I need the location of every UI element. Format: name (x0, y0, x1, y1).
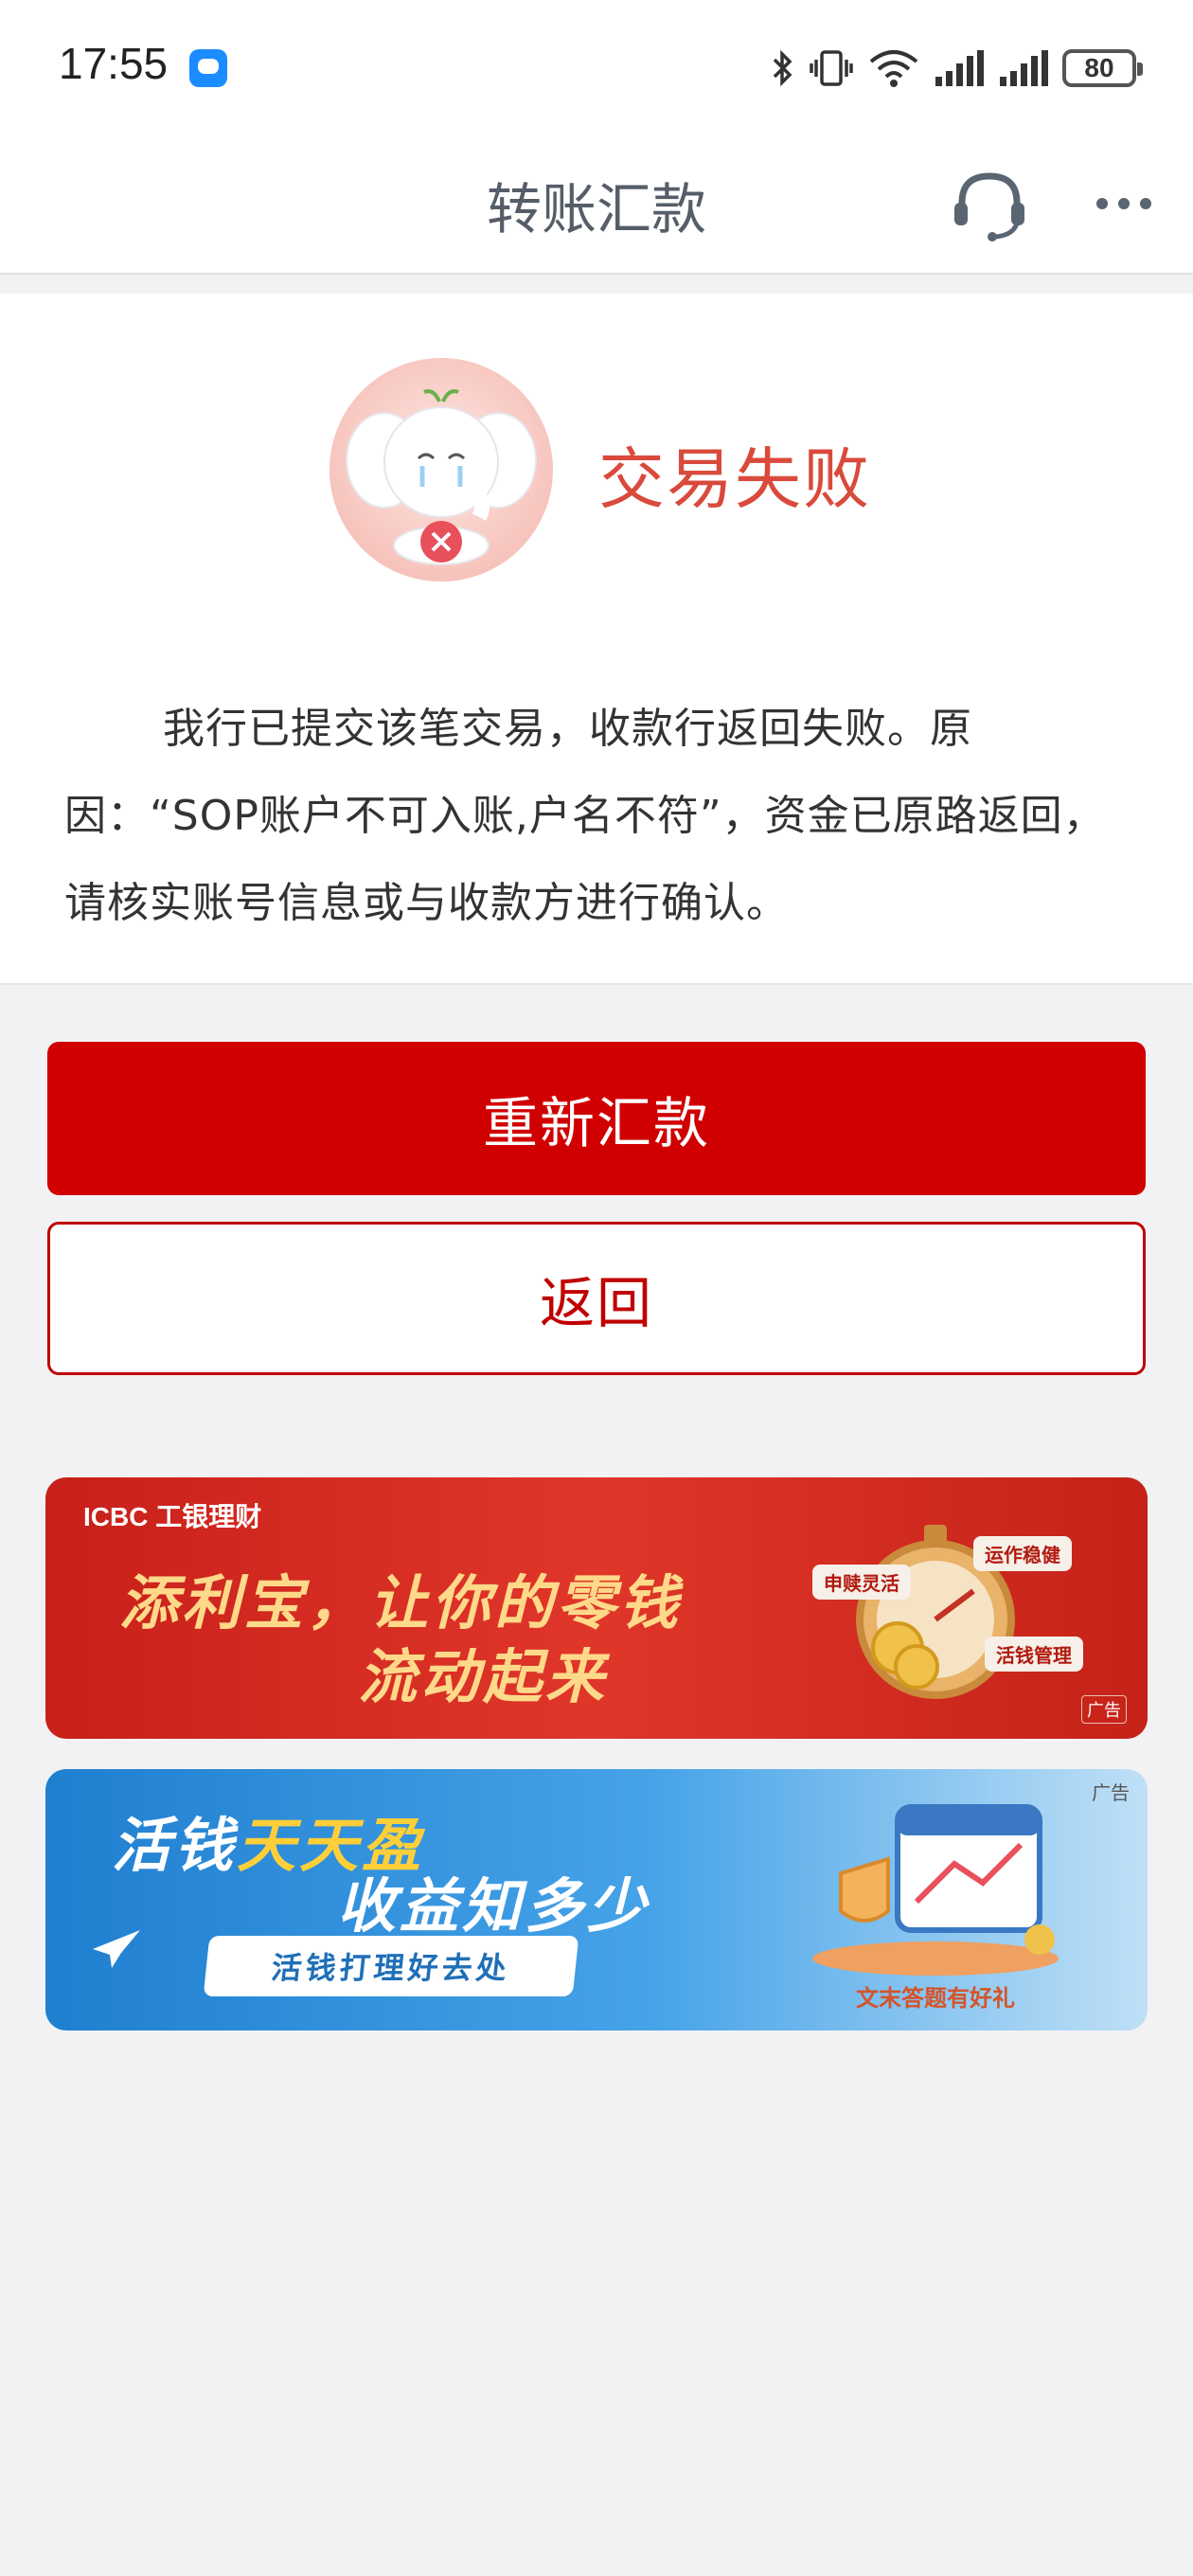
status-icons: 80 (771, 42, 1143, 95)
retry-transfer-button[interactable]: 重新汇款 (47, 1042, 1146, 1195)
status-time: 17:55 (59, 39, 169, 88)
tag-flexible: 申赎灵活 (812, 1565, 911, 1600)
ad-badge: 广告 (1081, 1695, 1127, 1724)
result-title: 交易失败 (598, 440, 871, 518)
status-bar: 17:55 80 (0, 0, 1193, 133)
back-button[interactable]: 返回 (47, 1222, 1146, 1375)
result-message: 我行已提交该笔交易，收款行返回失败。原因：“SOP账户不可入账,户名不符”，资金… (64, 705, 1106, 927)
sad-elephant-mascot-icon (329, 358, 553, 581)
icbc-brand: ICBC 工银理财 (83, 1496, 261, 1534)
banner-headline: 添利宝，让你的零钱 (119, 1568, 683, 1637)
vibrate-icon (810, 50, 853, 86)
ad-banner-tianlibao[interactable]: ICBC 工银理财 添利宝，让你的零钱 流动起来 申赎灵活 运作稳健 活钱管理 … (45, 1477, 1148, 1739)
brand-text: ICBC 工银理财 (83, 1502, 262, 1531)
more-icon[interactable] (1091, 180, 1157, 227)
battery-icon: 80 (1062, 49, 1143, 87)
message-app-icon (189, 49, 227, 87)
tag-stable: 运作稳健 (973, 1536, 1072, 1571)
tag-cash-management: 活钱管理 (985, 1637, 1083, 1672)
banner-footer: 文末答题有好礼 (856, 1985, 1015, 2012)
airplane-icon (93, 1930, 140, 1968)
calendar-shield-icon (812, 1804, 1059, 1976)
battery-level: 80 (1084, 53, 1114, 82)
headset-icon[interactable] (947, 161, 1032, 246)
ad-banner-tiantianying[interactable]: 活钱天天盈 收益知多少 活钱打理好去处 文末答题有好礼 广告 (45, 1769, 1148, 2030)
result-card: 交易失败 我行已提交该笔交易，收款行返回失败。原因：“SOP账户不可入账,户名不… (0, 294, 1193, 985)
banner-pill: 活钱打理好去处 (203, 1936, 579, 1996)
signal-icon (935, 50, 984, 86)
banner-subheadline: 流动起来 (358, 1642, 609, 1711)
signal-icon (1000, 50, 1048, 86)
bluetooth-icon (773, 49, 792, 87)
nav-bar: 转账汇款 (0, 133, 1193, 275)
ad-badge: 广告 (1092, 1781, 1130, 1804)
banner-subheadline: 收益知多少 (337, 1871, 650, 1941)
wifi-icon (869, 50, 918, 87)
headline-prefix: 活钱 (112, 1811, 238, 1880)
